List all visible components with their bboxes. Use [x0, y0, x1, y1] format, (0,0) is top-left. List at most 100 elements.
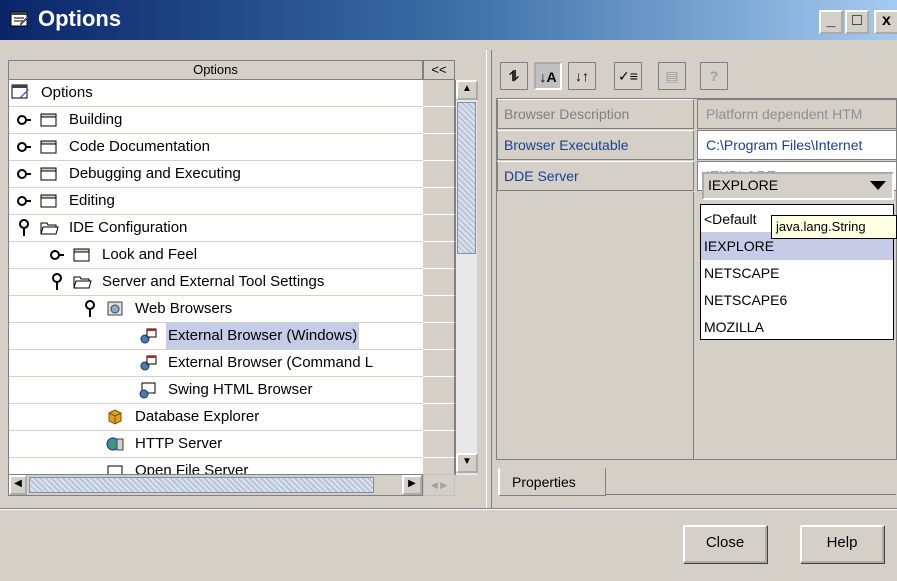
tree-node-label: Debugging and Executing — [69, 165, 241, 182]
unsorted-icon: ⥮ — [508, 68, 520, 84]
collapsed-node-icon[interactable] — [17, 138, 31, 156]
scroll-left-arrow-icon[interactable]: ◀ — [9, 475, 27, 495]
property-value[interactable]: C:\Program Files\Internet — [697, 130, 896, 160]
title-bar[interactable]: Options _ □ x — [0, 0, 897, 40]
folder-icon — [39, 111, 59, 129]
options-root-icon — [11, 84, 31, 102]
tree-node[interactable]: Swing HTML Browser — [9, 377, 424, 404]
tree-node-label: Open File Server — [135, 462, 249, 475]
http-server-icon — [105, 435, 125, 453]
scroll-down-arrow-icon[interactable]: ▼ — [456, 453, 478, 473]
horizontal-scroll-thumb[interactable] — [29, 477, 374, 493]
tree-node-label: Options — [41, 84, 93, 101]
folder-icon — [39, 165, 59, 183]
tree-node[interactable]: External Browser (Windows) — [9, 323, 424, 350]
customize-icon: ▤ — [665, 68, 679, 84]
dropdown-option[interactable]: NETSCAPE — [701, 259, 893, 287]
swing-browser-icon — [138, 381, 158, 399]
folder-open-icon — [72, 273, 92, 291]
tree-node-label: Database Explorer — [135, 408, 260, 425]
property-name: Browser Description — [497, 99, 694, 129]
customize-button[interactable]: ▤ — [658, 62, 686, 90]
editable-only-icon: ✓≡ — [618, 68, 638, 84]
help-button-label: Help — [826, 534, 858, 551]
property-sheet-empty-area — [497, 192, 694, 459]
tree-secondary-cell — [423, 242, 455, 269]
minimize-button[interactable]: _ — [819, 10, 843, 34]
tree-node[interactable]: IDE Configuration — [9, 215, 424, 242]
help-toolbar-button[interactable]: ? — [700, 62, 728, 90]
tree-node[interactable]: Web Browsers — [9, 296, 424, 323]
tree-node[interactable]: HTTP Server — [9, 431, 424, 458]
expanded-node-icon[interactable] — [50, 273, 64, 291]
tree-node[interactable]: Code Documentation — [9, 134, 424, 161]
tab-properties[interactable]: Properties — [498, 468, 606, 496]
dropdown-option[interactable]: MOZILLA — [701, 313, 893, 341]
tree-secondary-cell — [423, 350, 455, 377]
tree-node[interactable]: Editing — [9, 188, 424, 215]
dde-server-combobox[interactable]: IEXPLORE — [702, 172, 894, 200]
collapsed-node-icon[interactable] — [17, 192, 31, 210]
close-button[interactable]: Close — [683, 525, 767, 563]
tree-node[interactable]: Open File Server — [9, 458, 424, 475]
tree-secondary-cell — [423, 188, 455, 215]
tab-baseline — [606, 494, 896, 495]
sort-by-type-button[interactable]: ↓↑ — [568, 62, 596, 90]
tree-node[interactable]: Debugging and Executing — [9, 161, 424, 188]
tree-vertical-scrollbar[interactable]: ▲ ▼ — [455, 80, 478, 475]
collapsed-node-icon[interactable] — [17, 111, 31, 129]
collapsed-node-icon[interactable] — [17, 165, 31, 183]
chevron-down-icon[interactable] — [870, 181, 886, 190]
expanded-node-icon[interactable] — [83, 300, 97, 318]
close-window-button[interactable]: x — [874, 10, 897, 34]
tree-node[interactable]: External Browser (Command L — [9, 350, 424, 377]
tree-horizontal-scrollbar[interactable]: ◀ ▶ — [8, 474, 423, 496]
help-icon: ? — [709, 68, 719, 84]
tree-secondary-cell — [423, 107, 455, 134]
expanded-node-icon[interactable] — [17, 219, 31, 237]
tree-node-label: Server and External Tool Settings — [102, 273, 325, 290]
scroll-up-arrow-icon[interactable]: ▲ — [456, 80, 478, 100]
help-button[interactable]: Help — [800, 525, 884, 563]
collapse-pane-button[interactable]: << — [423, 60, 455, 80]
tree-node[interactable]: Database Explorer — [9, 404, 424, 431]
property-row[interactable]: Browser Description Platform dependent HT… — [497, 99, 896, 129]
window-title: Options — [38, 6, 122, 31]
external-browser-icon — [138, 327, 158, 345]
maximize-button[interactable]: □ — [845, 10, 869, 34]
scroll-right-arrow-icon[interactable]: ▶ — [402, 475, 422, 495]
options-tree[interactable]: Options Building Code Documentation Debuggi… — [8, 80, 455, 475]
tree-node[interactable]: Server and External Tool Settings — [9, 269, 424, 296]
tree-node-label: HTTP Server — [135, 435, 223, 452]
tree-secondary-cell — [423, 134, 455, 161]
tree-node-label: Editing — [69, 192, 115, 209]
tree-secondary-cell — [423, 161, 455, 188]
tree-node[interactable]: Building — [9, 107, 424, 134]
pane-splitter[interactable] — [486, 50, 492, 510]
properties-toolbar: ⥮ ↓A ↓↑ ✓≡ ▤? — [496, 58, 896, 94]
tree-node[interactable]: Options — [9, 80, 424, 107]
folder-icon — [39, 192, 59, 210]
folder-icon — [39, 138, 59, 156]
external-browser-icon — [138, 354, 158, 372]
show-editable-button[interactable]: ✓≡ — [614, 62, 642, 90]
tree-node-label: External Browser (Command L — [168, 354, 374, 371]
tree-secondary-cell — [423, 215, 455, 242]
tree-secondary-cell — [423, 323, 455, 350]
tree-secondary-column — [423, 80, 455, 485]
database-icon — [105, 408, 125, 426]
property-value[interactable]: Platform dependent HTM — [697, 99, 896, 129]
tree-node-label: Building — [69, 111, 123, 128]
folder-icon — [72, 246, 92, 264]
collapsed-node-icon[interactable] — [50, 246, 64, 264]
tree-secondary-cell — [423, 80, 455, 107]
sort-by-name-button[interactable]: ↓A — [534, 62, 562, 90]
vertical-scroll-thumb[interactable] — [457, 102, 476, 254]
options-column-header[interactable]: Options — [8, 60, 423, 80]
tree-node-label: Web Browsers — [135, 300, 233, 317]
tree-node[interactable]: Look and Feel — [9, 242, 424, 269]
dropdown-option[interactable]: NETSCAPE6 — [701, 286, 893, 314]
close-button-label: Close — [705, 534, 745, 551]
unsorted-button[interactable]: ⥮ — [500, 62, 528, 90]
property-row[interactable]: Browser Executable C:\Program Files\Inter… — [497, 130, 896, 160]
